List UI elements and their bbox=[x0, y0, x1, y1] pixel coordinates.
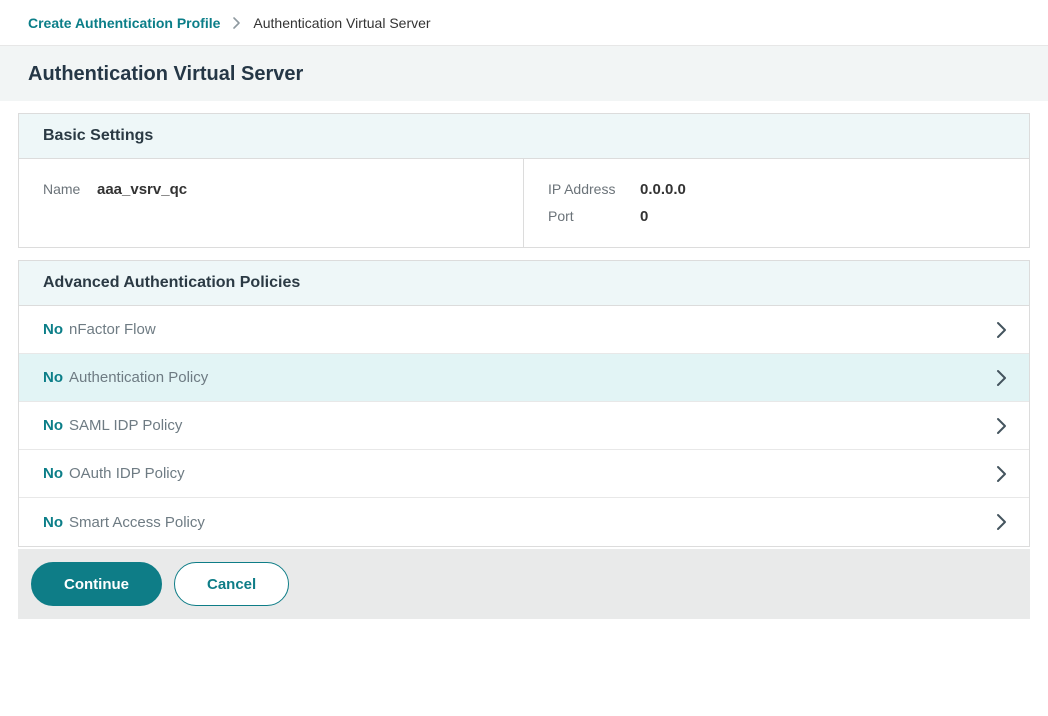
chevron-right-icon bbox=[996, 321, 1007, 339]
port-value: 0 bbox=[640, 204, 648, 230]
basic-settings-header: Basic Settings bbox=[19, 114, 1029, 159]
basic-settings-left-column: Name aaa_vsrv_qc bbox=[19, 159, 524, 247]
basic-settings-content: Name aaa_vsrv_qc IP Address 0.0.0.0 Port… bbox=[19, 159, 1029, 247]
basic-settings-section: Basic Settings Name aaa_vsrv_qc IP Addre… bbox=[18, 113, 1030, 248]
policy-row-prefix: No bbox=[43, 321, 63, 338]
policy-row-label: SAML IDP Policy bbox=[69, 417, 182, 434]
page-title: Authentication Virtual Server bbox=[28, 60, 1020, 88]
port-label: Port bbox=[548, 203, 640, 229]
ip-address-value: 0.0.0.0 bbox=[640, 177, 686, 203]
policy-row-saml-idp-policy[interactable]: No SAML IDP Policy bbox=[19, 402, 1029, 450]
policy-row-prefix: No bbox=[43, 465, 63, 482]
breadcrumb-current: Authentication Virtual Server bbox=[253, 15, 430, 31]
advanced-authentication-policies-section: Advanced Authentication Policies No nFac… bbox=[18, 260, 1030, 547]
policy-row-authentication-policy[interactable]: No Authentication Policy bbox=[19, 354, 1029, 402]
ip-address-field: IP Address 0.0.0.0 bbox=[548, 176, 1005, 203]
name-value: aaa_vsrv_qc bbox=[97, 177, 187, 203]
ip-address-label: IP Address bbox=[548, 176, 640, 202]
policy-row-oauth-idp-policy[interactable]: No OAuth IDP Policy bbox=[19, 450, 1029, 498]
chevron-right-icon bbox=[996, 465, 1007, 483]
policy-row-label: Smart Access Policy bbox=[69, 514, 205, 531]
policy-row-nfactor-flow[interactable]: No nFactor Flow bbox=[19, 306, 1029, 354]
policy-row-label: Authentication Policy bbox=[69, 369, 208, 386]
chevron-right-icon bbox=[996, 369, 1007, 387]
policy-row-prefix: No bbox=[43, 369, 63, 386]
policy-row-label: nFactor Flow bbox=[69, 321, 156, 338]
name-field: Name aaa_vsrv_qc bbox=[43, 176, 499, 203]
chevron-right-icon bbox=[996, 513, 1007, 531]
breadcrumb-link-create-authentication-profile[interactable]: Create Authentication Profile bbox=[28, 15, 220, 31]
chevron-right-icon bbox=[996, 417, 1007, 435]
continue-button[interactable]: Continue bbox=[31, 562, 162, 606]
advanced-policies-header: Advanced Authentication Policies bbox=[19, 261, 1029, 306]
breadcrumb: Create Authentication Profile Authentica… bbox=[0, 0, 1048, 46]
policy-row-prefix: No bbox=[43, 514, 63, 531]
name-label: Name bbox=[43, 176, 97, 202]
policy-row-prefix: No bbox=[43, 417, 63, 434]
page-header: Authentication Virtual Server bbox=[0, 46, 1048, 101]
action-bar: Continue Cancel bbox=[18, 549, 1030, 619]
breadcrumb-separator-chevron-icon bbox=[232, 16, 241, 30]
basic-settings-right-column: IP Address 0.0.0.0 Port 0 bbox=[524, 159, 1029, 247]
port-field: Port 0 bbox=[548, 203, 1005, 230]
cancel-button[interactable]: Cancel bbox=[174, 562, 289, 606]
policy-row-smart-access-policy[interactable]: No Smart Access Policy bbox=[19, 498, 1029, 546]
policy-row-label: OAuth IDP Policy bbox=[69, 465, 185, 482]
